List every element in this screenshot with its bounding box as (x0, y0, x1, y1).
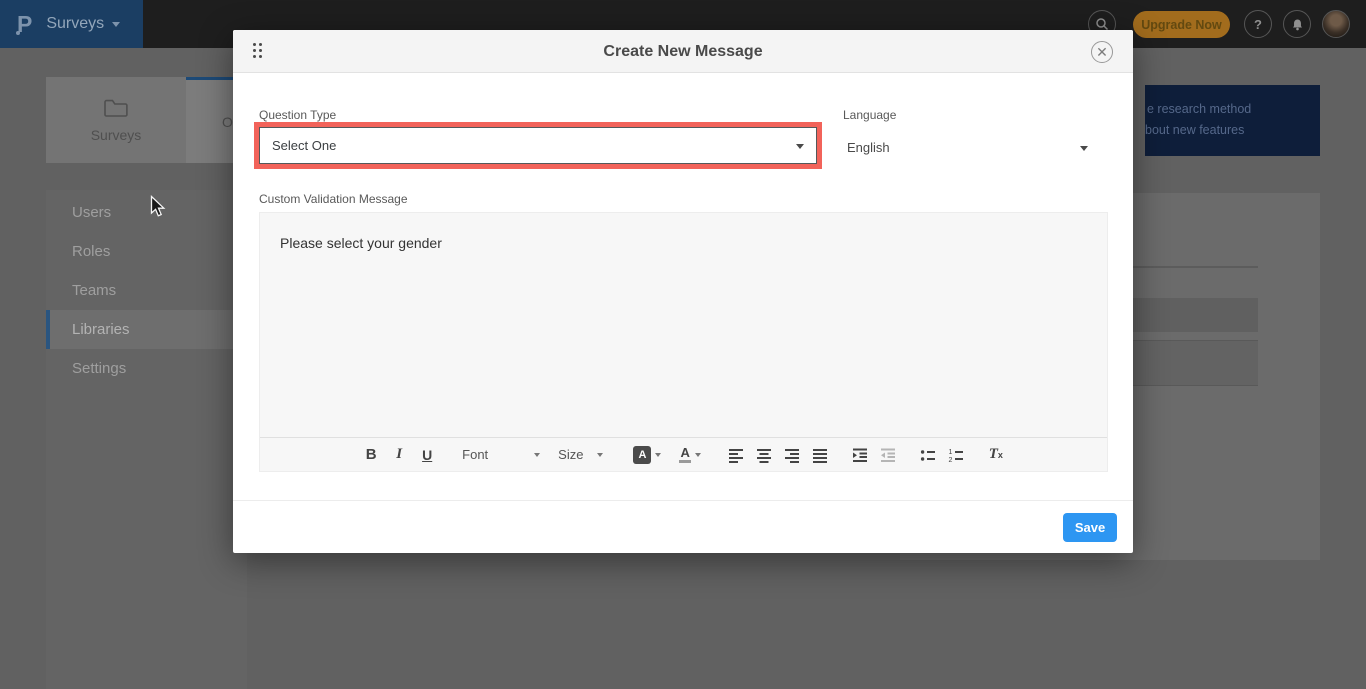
save-button[interactable]: Save (1063, 513, 1117, 542)
custom-validation-message-label: Custom Validation Message (259, 192, 408, 206)
promo-text: e research method (1147, 102, 1251, 116)
sidebar-item-roles[interactable]: Roles (46, 232, 247, 271)
align-right-icon (784, 447, 800, 463)
indent-increase-icon (852, 447, 868, 463)
font-size-dropdown[interactable]: Size (550, 442, 611, 468)
tutorial-highlight-box: Select One (254, 122, 822, 169)
user-avatar[interactable] (1322, 10, 1350, 38)
align-center-button[interactable] (751, 442, 777, 468)
justify-icon (812, 447, 828, 463)
upgrade-now-button[interactable]: Upgrade Now (1133, 11, 1230, 38)
font-family-dropdown[interactable]: Font (454, 442, 548, 468)
mouse-cursor (150, 195, 166, 218)
align-left-icon (728, 447, 744, 463)
indent-decrease-button[interactable] (875, 442, 901, 468)
brand-logo-icon: P (17, 13, 32, 36)
folder-icon (103, 98, 129, 118)
sidebar-item-teams[interactable]: Teams (46, 271, 247, 310)
indent-decrease-icon (880, 447, 896, 463)
close-button[interactable]: ✕ (1091, 41, 1113, 63)
chevron-down-icon (597, 453, 603, 457)
chevron-down-icon (112, 22, 120, 27)
bullet-list-icon (920, 447, 936, 463)
chevron-down-icon (796, 144, 804, 149)
message-text: Please select your gender (280, 235, 442, 251)
align-center-icon (756, 447, 772, 463)
text-color-button[interactable]: A (671, 442, 708, 468)
notifications-button[interactable] (1283, 10, 1311, 38)
dialog-footer: Save (233, 500, 1133, 553)
sidebar-item-libraries[interactable]: Libraries (46, 310, 247, 349)
search-icon (1095, 17, 1109, 31)
tab-label: Surveys (91, 127, 142, 143)
chevron-down-icon (534, 453, 540, 457)
create-new-message-dialog: Create New Message ✕ Question Type Selec… (233, 30, 1133, 553)
svg-text:2: 2 (948, 457, 952, 463)
question-type-label: Question Type (259, 108, 336, 122)
editor-toolbar: B I U Font Size A A 12 (260, 437, 1107, 471)
bullet-list-button[interactable] (915, 442, 941, 468)
svg-text:1: 1 (948, 449, 952, 456)
bell-icon (1290, 17, 1305, 32)
help-button[interactable]: ? (1244, 10, 1272, 38)
language-value: English (847, 140, 890, 155)
promo-text: bout new features (1145, 123, 1244, 137)
sidebar-item-settings[interactable]: Settings (46, 349, 247, 388)
whats-new-panel: e research method bout new features (1145, 85, 1320, 156)
product-name: Surveys (46, 15, 104, 33)
align-left-button[interactable] (723, 442, 749, 468)
screen: P Surveys Upgrade Now ? Surveys Or e res… (0, 0, 1366, 689)
dialog-header: Create New Message ✕ (233, 30, 1133, 73)
numbered-list-button[interactable]: 12 (943, 442, 969, 468)
message-text-area[interactable]: Please select your gender (260, 213, 1107, 438)
background-color-button[interactable]: A (625, 442, 669, 468)
question-type-select[interactable]: Select One (259, 127, 817, 164)
sidebar-item-users[interactable]: Users (46, 193, 247, 232)
chevron-down-icon (695, 453, 701, 457)
close-icon: ✕ (1096, 44, 1108, 60)
underline-button[interactable]: U (414, 442, 440, 468)
language-label: Language (843, 108, 896, 122)
dialog-title: Create New Message (233, 30, 1133, 73)
settings-sidebar: Users Roles Teams Libraries Settings (46, 190, 247, 689)
bold-button[interactable]: B (358, 442, 384, 468)
tab-surveys[interactable]: Surveys (46, 77, 186, 163)
text-color-icon: A (679, 446, 690, 463)
chevron-down-icon (1080, 146, 1088, 151)
chevron-down-icon (655, 453, 661, 457)
indent-increase-button[interactable] (847, 442, 873, 468)
numbered-list-icon: 12 (948, 447, 964, 463)
remove-format-button[interactable]: Tx (983, 442, 1009, 468)
question-type-value: Select One (272, 138, 336, 153)
language-select[interactable]: English (845, 129, 1100, 166)
question-mark-icon: ? (1254, 17, 1262, 32)
justify-button[interactable] (807, 442, 833, 468)
background-color-icon: A (633, 446, 651, 464)
italic-button[interactable]: I (386, 442, 412, 468)
align-right-button[interactable] (779, 442, 805, 468)
product-switcher[interactable]: P Surveys (0, 0, 143, 48)
rich-text-editor: Please select your gender B I U Font Siz… (259, 212, 1108, 472)
